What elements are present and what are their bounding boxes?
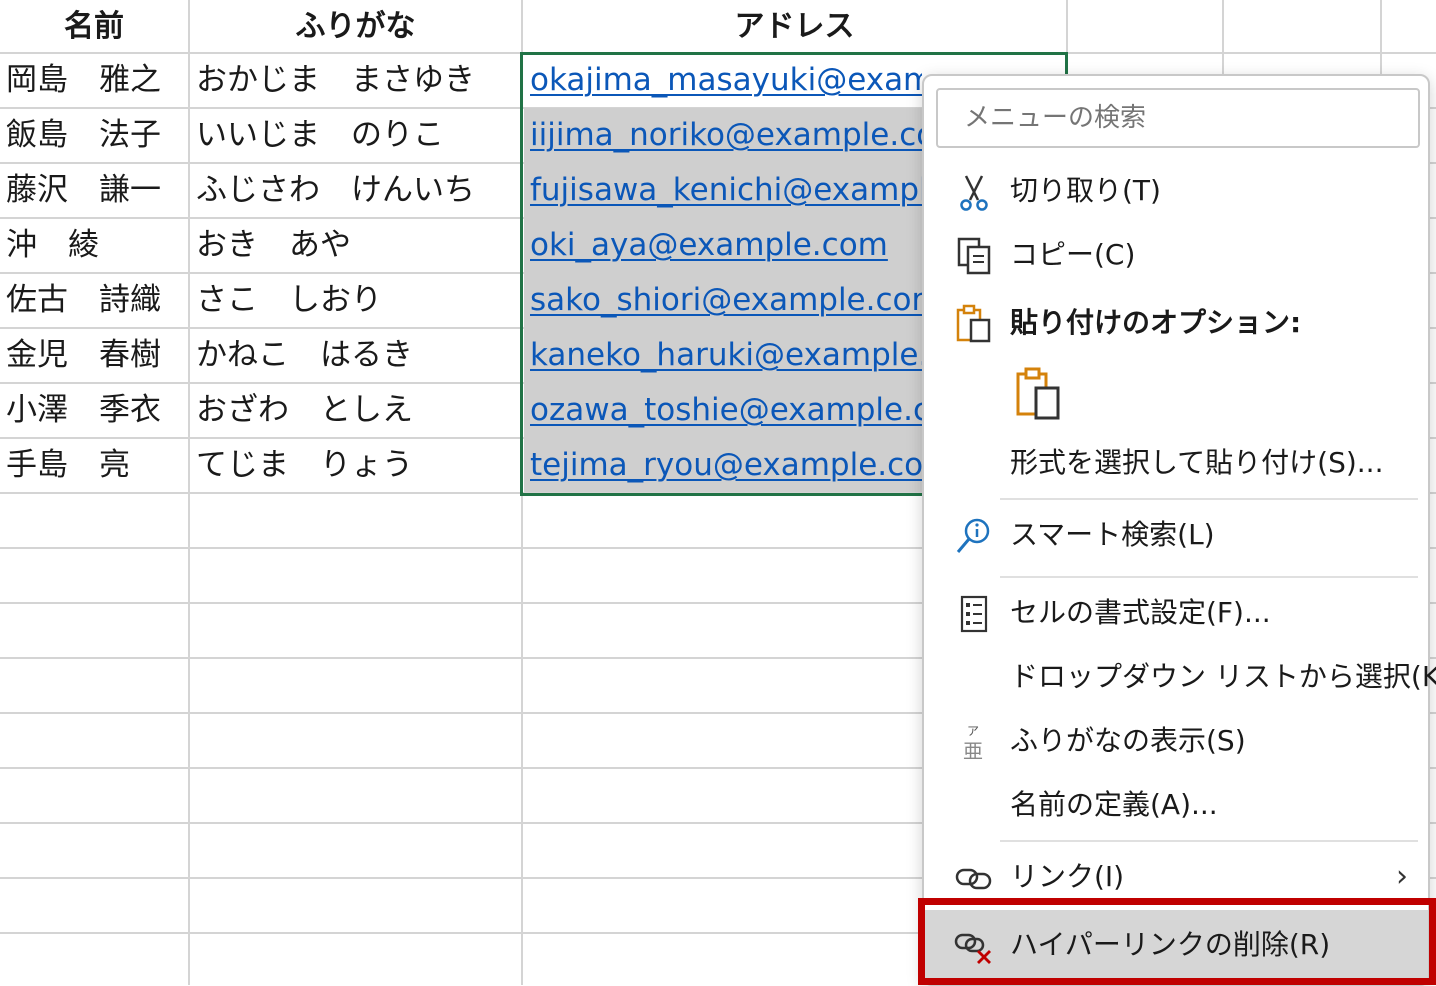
remove-link-icon [954,933,991,964]
email-cell[interactable]: ozawa_toshie@example.com [524,383,922,437]
format-cells-icon [960,595,988,633]
kana-cell[interactable]: かねこ はるき [196,328,518,382]
name-cell[interactable]: 佐古 詩織 [6,273,186,327]
menu-item-remove-hyperlink[interactable]: ハイパーリンクの削除(R) [924,910,1428,980]
menu-item-label: 貼り付けのオプション: [1010,306,1302,339]
menu-item-label: リンク(I) [1010,860,1125,893]
scissors-icon [960,175,988,211]
link-icon [955,868,992,890]
menu-item-label: スマート検索(L) [1010,518,1215,551]
email-link[interactable]: ozawa_toshie@example.com [530,392,922,428]
svg-text:ア: ア [967,724,979,738]
email-cell[interactable]: sako_shiori@example.com [524,273,922,327]
furigana-icon: ア 亜 [963,724,983,762]
kana-cell[interactable]: おかじま まさゆき [196,53,518,107]
email-cell[interactable]: tejima_ryou@example.com [524,438,922,492]
menu-search-input[interactable] [936,88,1420,148]
menu-item-dropdown-list[interactable]: ドロップダウン リストから選択(K)... [924,646,1436,708]
name-cell[interactable]: 小澤 季衣 [6,383,186,437]
email-cell[interactable]: oki_aya@example.com [524,218,922,272]
menu-item-paste-options: 貼り付けのオプション: [924,292,1428,354]
kana-cell[interactable]: ふじさわ けんいち [196,163,518,217]
kana-cell[interactable]: さこ しおり [196,273,518,327]
menu-item-show-furigana[interactable]: ア 亜 ふりがなの表示(S) [924,710,1428,772]
menu-separator [1000,840,1418,842]
kana-cell[interactable]: いいじま のりこ [196,108,518,162]
name-cell[interactable]: 沖 綾 [6,218,186,272]
email-link[interactable]: kaneko_haruki@example.com [530,337,922,373]
name-cell[interactable]: 岡島 雅之 [6,53,186,107]
name-cell[interactable]: 金児 春樹 [6,328,186,382]
menu-item-smart-lookup[interactable]: スマート検索(L) [924,504,1428,566]
svg-text:亜: 亜 [963,739,983,762]
menu-item-label: 切り取り(T) [1010,174,1161,207]
menu-item-label: 名前の定義(A)... [1010,788,1218,821]
menu-item-paste-special[interactable]: 形式を選択して貼り付け(S)... [924,432,1428,494]
smart-lookup-icon [956,518,990,553]
context-menu: 切り取り(T) コピー(C) 貼り付けのオプション: 形式を選択して貼り付け(S… [922,74,1436,986]
name-cell[interactable]: 飯島 法子 [6,108,186,162]
menu-item-link[interactable]: リンク(I) › [924,846,1428,908]
email-cell[interactable]: fujisawa_kenichi@example.com [524,163,922,217]
kana-cell[interactable]: おき あや [196,218,518,272]
paste-option-icon[interactable] [1014,366,1064,422]
header-address[interactable]: アドレス [523,0,1066,52]
name-cell[interactable]: 藤沢 謙一 [6,163,186,217]
menu-item-define-name[interactable]: 名前の定義(A)... [924,774,1428,836]
paste-icon [956,304,991,343]
email-link[interactable]: iijima_noriko@example.com [530,117,922,153]
name-cell[interactable]: 手島 亮 [6,438,186,492]
header-kana[interactable]: ふりがな [190,0,521,52]
menu-item-format-cells[interactable]: セルの書式設定(F)... [924,582,1428,644]
menu-item-label: セルの書式設定(F)... [1010,596,1271,629]
menu-item-label: コピー(C) [1010,238,1136,271]
email-link[interactable]: tejima_ryou@example.com [530,447,922,483]
menu-item-copy[interactable]: コピー(C) [924,224,1428,286]
email-link[interactable]: fujisawa_kenichi@example.com [530,172,922,208]
email-link[interactable]: sako_shiori@example.com [530,282,922,318]
email-cell[interactable]: okajima_masayuki@example.com [524,53,922,107]
menu-item-label: ふりがなの表示(S) [1010,724,1246,757]
menu-separator [1000,498,1418,500]
menu-separator [1000,576,1418,578]
header-name[interactable]: 名前 [0,0,188,52]
submenu-arrow-icon: › [1396,859,1408,894]
email-cell[interactable]: kaneko_haruki@example.com [524,328,922,382]
menu-item-label: ハイパーリンクの削除(R) [1010,928,1331,961]
menu-item-label: ドロップダウン リストから選択(K)... [1010,660,1436,693]
kana-cell[interactable]: おざわ としえ [196,383,518,437]
email-cell[interactable]: iijima_noriko@example.com [524,108,922,162]
menu-item-label: 形式を選択して貼り付け(S)... [1010,446,1384,479]
email-link[interactable]: okajima_masayuki@example.com [530,62,922,98]
copy-icon [957,237,991,275]
email-link[interactable]: oki_aya@example.com [530,227,888,263]
menu-item-cut[interactable]: 切り取り(T) [924,160,1428,222]
kana-cell[interactable]: てじま りょう [196,438,518,492]
